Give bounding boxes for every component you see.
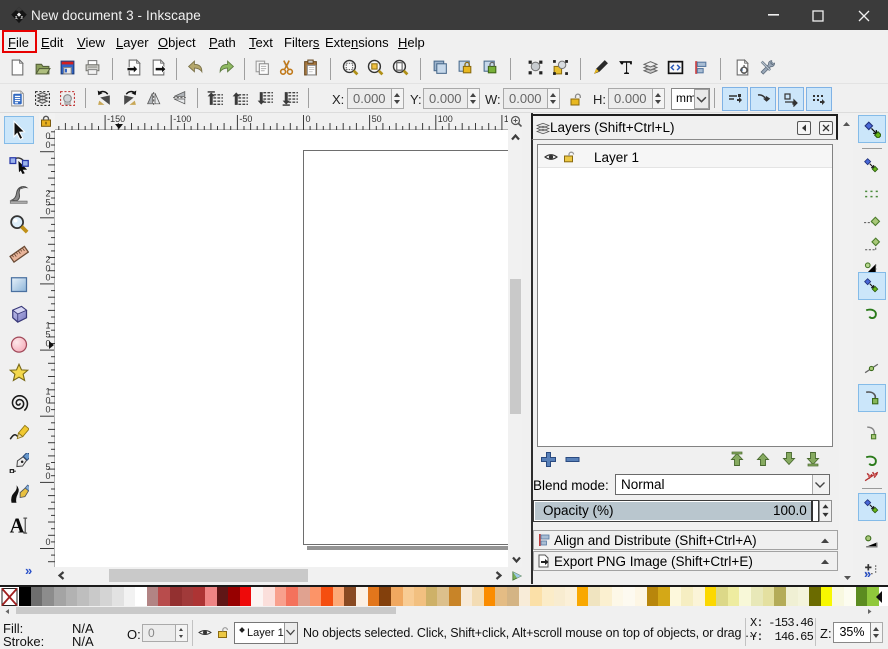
- svg-text:-50: -50: [239, 114, 252, 124]
- svg-text:0: 0: [46, 140, 51, 150]
- svg-text:100: 100: [438, 114, 453, 124]
- svg-text:50: 50: [372, 114, 382, 124]
- svg-text:-100: -100: [173, 114, 191, 124]
- svg-text:0: 0: [306, 114, 311, 124]
- svg-text:A: A: [10, 516, 25, 536]
- svg-text:0: 0: [46, 471, 51, 481]
- svg-text:-150: -150: [107, 114, 125, 124]
- svg-text:0: 0: [46, 206, 51, 216]
- svg-text:0: 0: [46, 537, 51, 547]
- svg-text:0: 0: [46, 405, 51, 415]
- svg-text:150: 150: [504, 114, 508, 124]
- svg-text:0: 0: [46, 272, 51, 282]
